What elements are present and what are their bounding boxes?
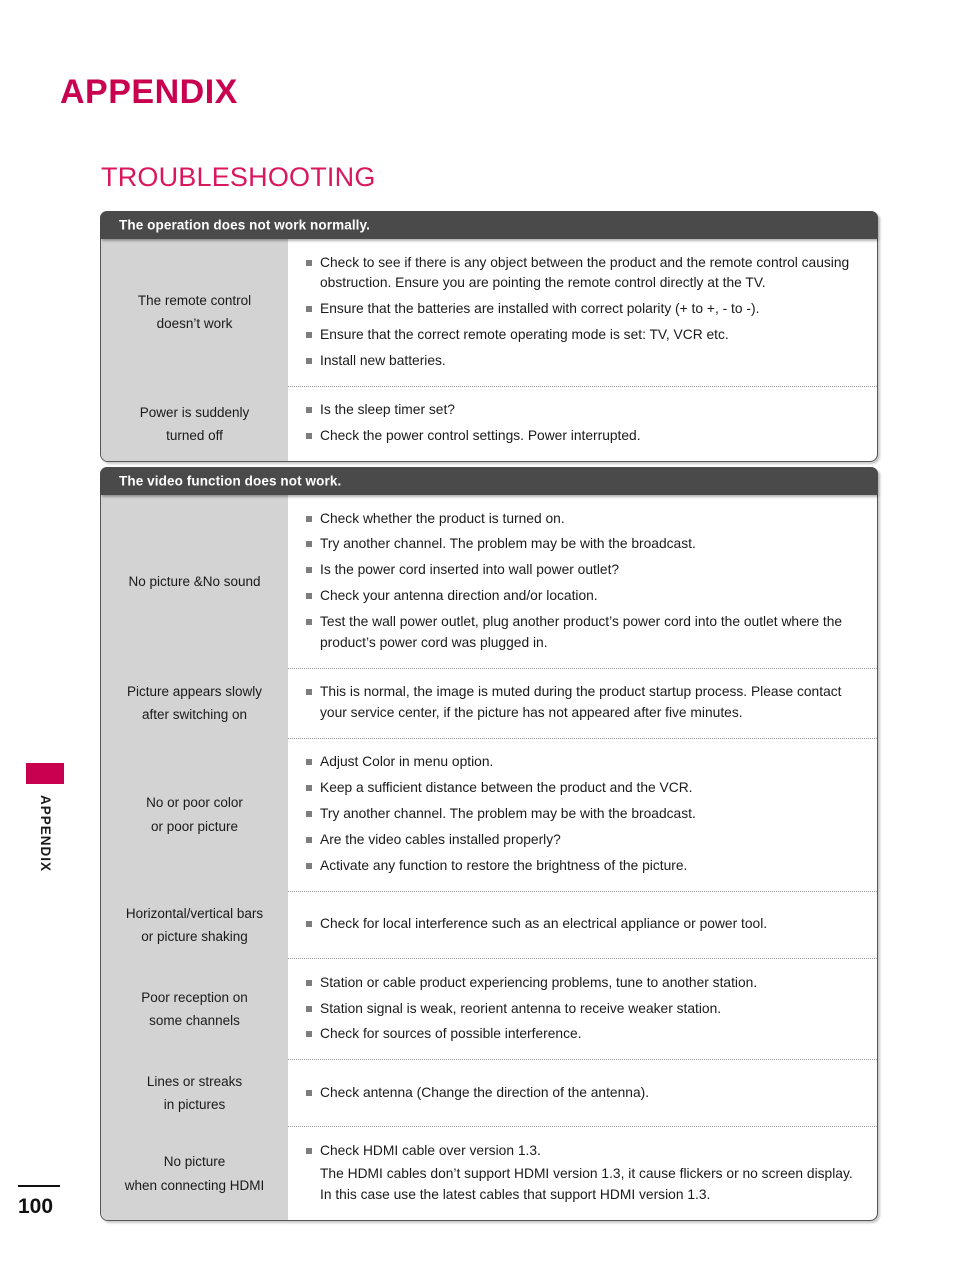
solution-item: Activate any function to restore the bri… [306, 856, 863, 877]
symptom-label-line: Lines or streaks [146, 1073, 243, 1089]
symptom-label-line: No picture &No sound [128, 573, 261, 589]
table-header-bar: The video function does not work. [100, 467, 878, 495]
solution-list: Is the sleep timer set? Check the power c… [288, 385, 877, 461]
table-row: Power is suddenly turned off Is the sleep … [101, 385, 877, 461]
table-header-title: The operation does not work normally. [119, 217, 370, 233]
appendix-side-label: APPENDIX [38, 795, 53, 873]
table-row: Picture appears slowly after switching on… [101, 667, 877, 738]
symptom-label-line: or picture shaking [141, 928, 248, 944]
solution-item: This is normal, the image is muted durin… [306, 682, 863, 724]
solution-item: Are the video cables installed properly? [306, 830, 863, 851]
symptom-label-line: No picture [163, 1154, 226, 1170]
solution-item: Is the sleep timer set? [306, 400, 863, 421]
solution-item: Try another channel. The problem may be … [306, 804, 863, 825]
table-row: Horizontal/vertical bars or picture shaki… [101, 890, 877, 959]
troubleshooting-table: The operation does not work normally. The… [100, 211, 878, 462]
page-number-rule [18, 1185, 60, 1187]
solution-list: This is normal, the image is muted durin… [288, 667, 877, 738]
table-row: No picture when connecting HDMI Check HDMI… [101, 1126, 877, 1220]
symptom-label-line: some channels [149, 1012, 240, 1028]
solution-list: Check antenna (Change the direction of t… [288, 1058, 877, 1126]
appendix-side-tab-marker [26, 763, 64, 784]
table-body: No picture &No sound Check whether the pr… [100, 495, 878, 1221]
solution-list: Station or cable product experiencing pr… [288, 958, 877, 1059]
solution-item: Try another channel. The problem may be … [306, 534, 863, 555]
page-title: APPENDIX [60, 72, 238, 111]
solution-item: Station signal is weak, reorient antenna… [306, 999, 863, 1020]
section-title: TROUBLESHOOTING [101, 162, 376, 193]
symptom-label-line: doesn’t work [156, 316, 233, 332]
solution-item: Is the power cord inserted into wall pow… [306, 560, 863, 581]
solution-item: Adjust Color in menu option. [306, 752, 863, 773]
solution-list: Check whether the product is turned on. T… [288, 495, 877, 668]
table-row: No or poor color or poor picture Adjust Co… [101, 737, 877, 891]
solution-item: Check HDMI cable over version 1.3. [306, 1141, 863, 1162]
symptom-label: No picture &No sound [101, 495, 288, 668]
solution-item: Ensure that the correct remote operating… [306, 325, 863, 346]
solution-item: Check to see if there is any object betw… [306, 253, 863, 295]
symptom-label-line: in pictures [163, 1097, 226, 1113]
symptom-label: No picture when connecting HDMI [101, 1126, 288, 1220]
solution-item: Keep a sufficient distance between the p… [306, 778, 863, 799]
solution-item: Ensure that the batteries are installed … [306, 299, 863, 320]
table-row: Poor reception on some channels Station or… [101, 958, 877, 1059]
solution-list: Check for local interference such as an … [288, 890, 877, 958]
solution-item: Check the power control settings. Power … [306, 426, 863, 447]
solution-list: Check HDMI cable over version 1.3. The HD… [288, 1126, 877, 1219]
symptom-label-line: Power is suddenly [139, 404, 250, 420]
table-body: The remote control doesn’t work Check to s… [100, 239, 878, 462]
symptom-label-line: Horizontal/vertical bars [125, 905, 264, 921]
solution-item: Check for sources of possible interferen… [306, 1024, 863, 1045]
symptom-label-line: or poor picture [150, 818, 239, 834]
troubleshooting-table: The video function does not work. No pict… [100, 467, 878, 1221]
symptom-label-line: The remote control [137, 293, 252, 309]
table-header-bar: The operation does not work normally. [100, 211, 878, 239]
symptom-label: Lines or streaks in pictures [101, 1058, 288, 1127]
symptom-label: Poor reception on some channels [101, 958, 288, 1059]
symptom-label-line: No or poor color [146, 795, 243, 811]
solution-item: Station or cable product experiencing pr… [306, 973, 863, 994]
table-header-title: The video function does not work. [119, 473, 342, 489]
solution-item-continuation: The HDMI cables don’t support HDMI versi… [320, 1166, 853, 1203]
symptom-label: No or poor color or poor picture [101, 737, 288, 891]
solution-item: Check antenna (Change the direction of t… [306, 1083, 863, 1104]
page-number: 100 [18, 1195, 54, 1218]
symptom-label-line: Poor reception on [141, 989, 248, 1005]
symptom-label-line: turned off [166, 427, 223, 443]
symptom-label: Power is suddenly turned off [101, 385, 288, 461]
table-row: Lines or streaks in pictures Check antenna… [101, 1058, 877, 1127]
table-row: No picture &No sound Check whether the pr… [101, 495, 877, 668]
symptom-label: Horizontal/vertical bars or picture shaki… [101, 890, 288, 959]
symptom-label: The remote control doesn’t work [101, 239, 288, 386]
solution-item: Check your antenna direction and/or loca… [306, 586, 863, 607]
symptom-label-line: Picture appears slowly [126, 684, 263, 700]
solution-list: Check to see if there is any object betw… [288, 239, 877, 386]
table-row: The remote control doesn’t work Check to s… [101, 239, 877, 386]
solution-item: Test the wall power outlet, plug another… [306, 612, 863, 654]
symptom-label-line: after switching on [141, 707, 248, 723]
solution-item: Check for local interference such as an … [306, 914, 863, 935]
solution-list: Adjust Color in menu option. Keep a suffi… [288, 737, 877, 891]
symptom-label-line: when connecting HDMI [124, 1177, 265, 1193]
solution-item: Install new batteries. [306, 351, 863, 372]
symptom-label: Picture appears slowly after switching on [101, 667, 288, 738]
solution-item: Check whether the product is turned on. [306, 509, 863, 530]
